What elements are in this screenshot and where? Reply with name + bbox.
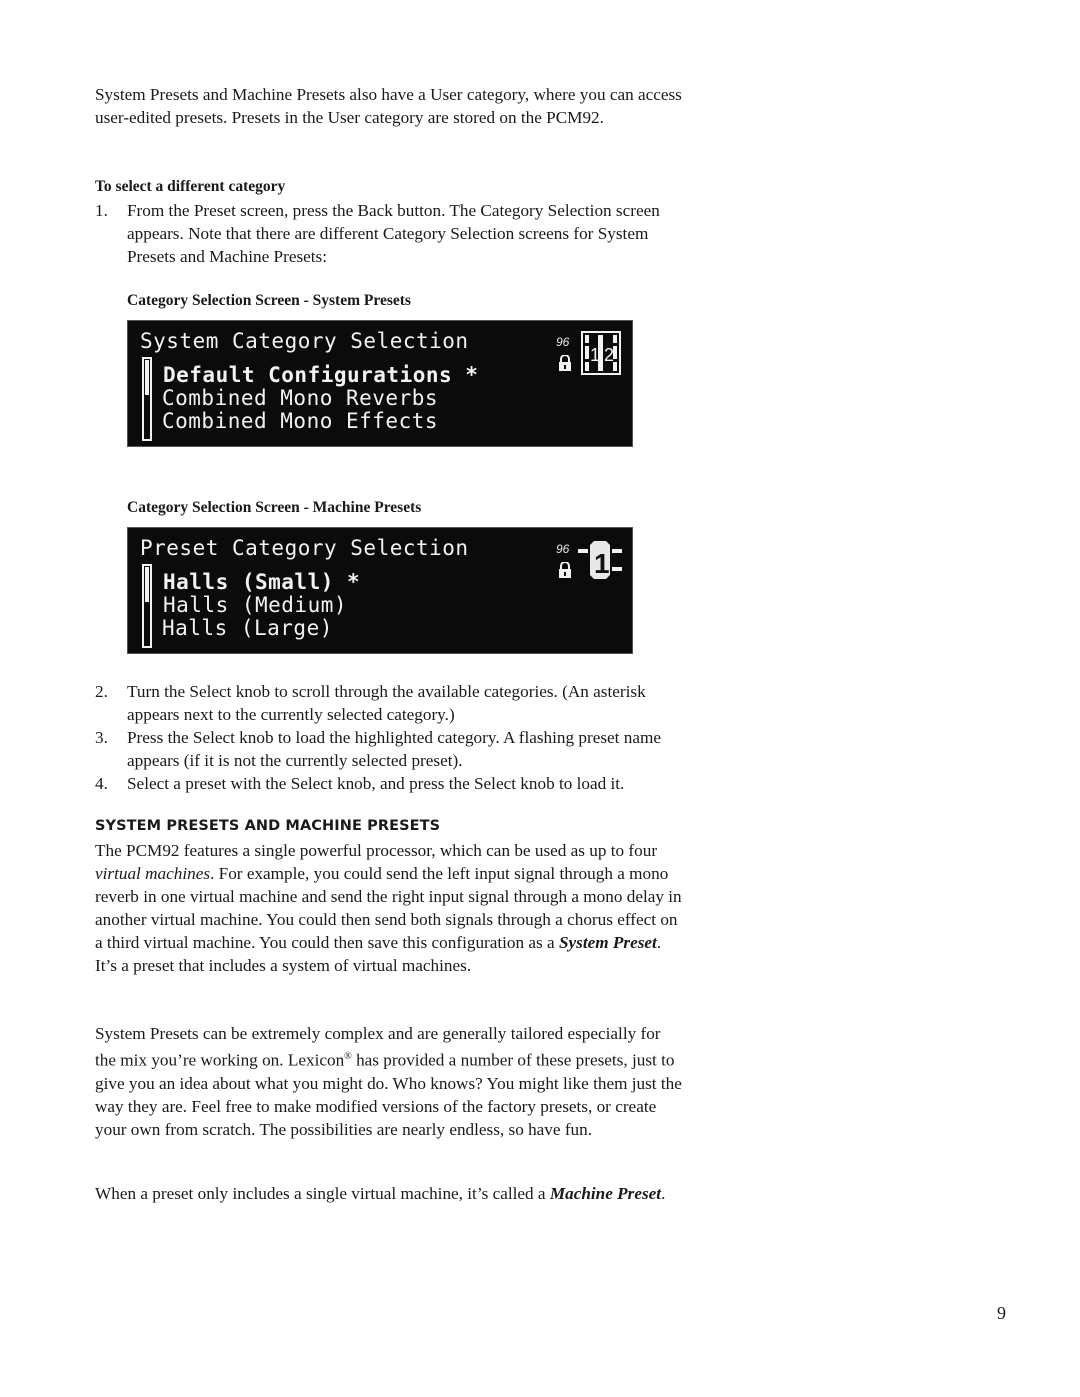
step-text: From the Preset screen, press the Back b… [127, 201, 660, 266]
lock-icon [559, 355, 571, 371]
procedure-heading: To select a different category [95, 178, 286, 195]
scroll-thumb [145, 567, 149, 602]
step-text: Turn the Select knob to scroll through t… [127, 682, 646, 724]
machine-label: 1 [594, 548, 610, 579]
scroll-thumb [145, 360, 149, 395]
category-item: Combined Mono Reverbs [162, 386, 439, 410]
text-run: . [661, 1184, 666, 1203]
section-paragraph-1: The PCM92 features a single powerful pro… [95, 839, 685, 977]
step-number: 1. [95, 201, 108, 220]
category-item: Halls (Medium) [163, 593, 348, 617]
lcd-title: Preset Category Selection [140, 536, 469, 560]
step-1: 1. From the Preset screen, press the Back… [95, 199, 685, 268]
sample-rate-indicator: 96 [556, 542, 570, 556]
machine-label: 1 [590, 345, 600, 365]
single-machine-icon: 1 [578, 541, 622, 579]
screen-caption-system: Category Selection Screen - System Prese… [127, 292, 411, 309]
lock-icon [559, 562, 571, 578]
procedure-steps-part2: 2. Turn the Select knob to scroll through… [95, 680, 685, 795]
scrollbar [142, 357, 152, 441]
procedure-steps-part1: 1. From the Preset screen, press the Back… [95, 199, 685, 268]
text-run: When a preset only includes a single vir… [95, 1184, 550, 1203]
lcd-title: System Category Selection [140, 329, 469, 353]
screen-caption-machine: Category Selection Screen - Machine Pres… [127, 499, 422, 516]
section-heading: SYSTEM PRESETS AND MACHINE PRESETS [95, 818, 441, 834]
category-item-selected: Default Configurations * [163, 363, 479, 387]
page-number: 9 [997, 1303, 1006, 1323]
sample-rate-indicator: 96 [556, 335, 570, 349]
emphasis-virtual-machines: virtual machines [95, 864, 211, 883]
section-paragraph-3: When a preset only includes a single vir… [95, 1182, 685, 1205]
step-number: 4. [95, 774, 108, 793]
lcd-screen-system-category: System Category Selection Default Config… [127, 320, 633, 447]
intro-paragraph: System Presets and Machine Presets also … [95, 85, 682, 127]
step-3: 3. Press the Select knob to load the high… [95, 726, 685, 772]
step-4: 4. Select a preset with the Select knob, … [95, 772, 685, 795]
machine-label: 2 [604, 345, 614, 365]
scrollbar [142, 564, 152, 648]
term-machine-preset: Machine Preset [549, 1184, 662, 1203]
section-paragraph-2: System Presets can be extremely complex … [95, 1022, 685, 1141]
step-text: Press the Select knob to load the highli… [127, 728, 661, 770]
step-number: 3. [95, 728, 108, 747]
text-run: The PCM92 features a single powerful pro… [95, 841, 658, 860]
step-text: Select a preset with the Select knob, an… [127, 774, 625, 793]
category-item-selected: Halls (Small) * [163, 570, 361, 594]
registered-mark: ® [344, 1051, 352, 1062]
category-item: Halls (Large) [162, 616, 333, 640]
dual-machine-icon: 1 2 [581, 331, 621, 375]
lcd-screen-preset-category: Preset Category Selection Halls (Small) … [127, 527, 633, 654]
step-number: 2. [95, 682, 108, 701]
step-2: 2. Turn the Select knob to scroll through… [95, 680, 685, 726]
category-item: Combined Mono Effects [162, 409, 439, 433]
term-system-preset: System Preset [558, 933, 657, 952]
